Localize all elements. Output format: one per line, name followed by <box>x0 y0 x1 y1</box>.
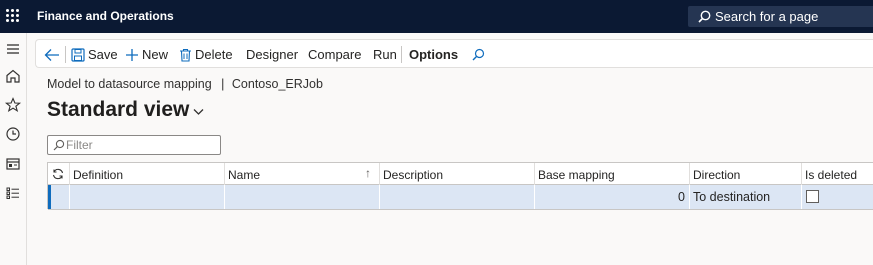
column-header-name-label: Name <box>228 168 261 182</box>
chevron-down-icon <box>193 109 204 115</box>
search-icon <box>472 48 485 61</box>
separator <box>401 46 402 63</box>
sort-ascending-icon: ↑ <box>365 166 371 180</box>
filter-field[interactable] <box>47 135 221 155</box>
save-button[interactable]: Save <box>71 46 118 63</box>
column-header-base-mapping[interactable]: Base mapping <box>535 163 690 185</box>
workspace-icon[interactable] <box>4 155 22 173</box>
left-navigation <box>0 33 27 265</box>
refresh-button[interactable] <box>48 163 70 185</box>
app-launcher-icon[interactable] <box>6 9 20 23</box>
cell-description[interactable] <box>380 185 535 209</box>
column-header-definition[interactable]: Definition <box>70 163 225 185</box>
table-row[interactable]: 0 To destination <box>48 185 873 210</box>
trash-icon <box>180 48 191 62</box>
options-tab[interactable]: Options <box>409 46 458 63</box>
designer-button[interactable]: Designer <box>246 46 298 63</box>
search-icon <box>698 10 711 23</box>
separator <box>65 46 66 63</box>
action-pane: Save New Delete Designer Compare Run Opt… <box>35 39 873 68</box>
home-icon[interactable] <box>4 67 22 85</box>
row-selector[interactable] <box>48 185 70 209</box>
breadcrumb: Model to datasource mapping | Contoso_ER… <box>47 77 323 91</box>
top-bar: Finance and Operations Search for a page <box>0 0 873 33</box>
new-button[interactable]: New <box>125 46 168 63</box>
refresh-icon <box>52 168 64 180</box>
delete-label: Delete <box>195 47 233 62</box>
list-icon[interactable] <box>4 184 22 202</box>
action-search-button[interactable] <box>472 46 488 63</box>
view-selector[interactable]: Standard view <box>47 98 204 122</box>
cell-direction[interactable]: To destination <box>690 185 802 209</box>
save-label: Save <box>88 47 118 62</box>
mappings-grid: Definition Name ↑ Description Base mappi… <box>47 162 873 210</box>
compare-button[interactable]: Compare <box>308 46 361 63</box>
hamburger-icon[interactable] <box>4 40 22 58</box>
delete-button[interactable]: Delete <box>179 46 233 63</box>
cell-name[interactable] <box>225 185 380 209</box>
back-button[interactable] <box>44 46 63 63</box>
filter-input[interactable] <box>66 137 216 153</box>
new-label: New <box>142 47 169 62</box>
column-header-description[interactable]: Description <box>380 163 535 185</box>
column-header-direction[interactable]: Direction <box>690 163 802 185</box>
back-arrow-icon <box>44 48 59 61</box>
cell-base-mapping[interactable]: 0 <box>535 185 690 209</box>
breadcrumb-parent: Model to datasource mapping <box>47 77 212 91</box>
column-header-name[interactable]: Name ↑ <box>225 163 380 185</box>
is-deleted-checkbox[interactable] <box>806 190 819 203</box>
breadcrumb-separator: | <box>221 77 225 91</box>
grid-header-row: Definition Name ↑ Description Base mappi… <box>48 163 873 185</box>
save-icon <box>71 47 85 62</box>
cell-definition[interactable] <box>70 185 225 209</box>
column-header-is-deleted[interactable]: Is deleted <box>802 163 873 185</box>
cell-is-deleted <box>802 185 873 209</box>
search-for-page-label: Search for a page <box>715 9 819 24</box>
clock-icon[interactable] <box>4 125 22 143</box>
star-icon[interactable] <box>4 96 22 114</box>
page-title: Standard view <box>47 98 190 121</box>
breadcrumb-current: Contoso_ERJob <box>231 77 323 91</box>
search-for-page-button[interactable]: Search for a page <box>688 6 873 27</box>
plus-icon <box>126 48 138 61</box>
app-title[interactable]: Finance and Operations <box>37 9 174 23</box>
search-icon <box>53 139 65 151</box>
run-button[interactable]: Run <box>373 46 397 63</box>
